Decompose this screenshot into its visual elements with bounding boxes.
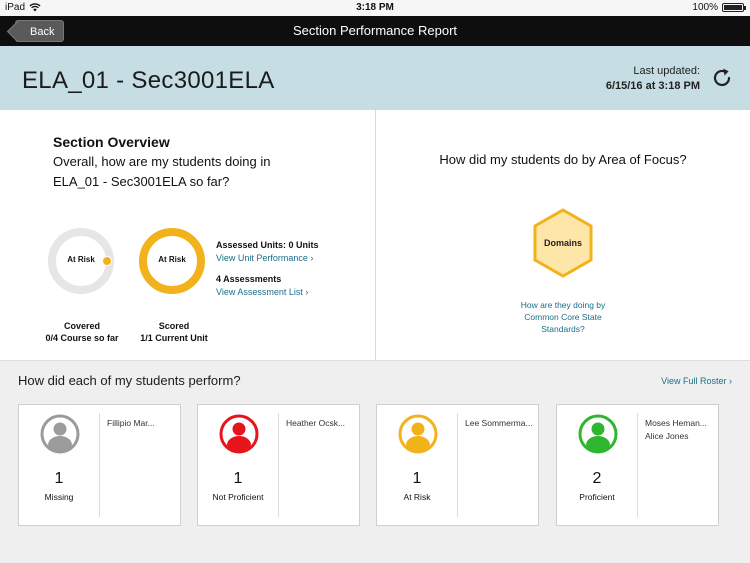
student-names: Lee Sommerma... (465, 417, 537, 430)
domains-hexagon[interactable]: Domains (532, 208, 594, 278)
battery-icon (722, 3, 746, 12)
last-updated-label: Last updated: (633, 65, 700, 77)
standards-link-line-3: Standards? (541, 324, 585, 334)
page-title: Section Performance Report (292, 23, 458, 38)
student-avatar-icon (40, 414, 80, 454)
covered-progress-dot (102, 256, 112, 266)
battery-percent: 100% (692, 2, 718, 13)
view-full-roster-link[interactable]: View Full Roster › (661, 376, 732, 386)
student-name[interactable]: Lee Sommerma... (465, 417, 537, 430)
scored-caption-value: 1/1 Current Unit (140, 333, 208, 343)
student-name[interactable]: Moses Heman... (645, 417, 717, 430)
performance-status: Not Proficient (212, 492, 264, 502)
student-count: 1 (233, 470, 243, 487)
view-assessment-list-link[interactable]: View Assessment List › (216, 287, 308, 297)
student-count: 1 (54, 470, 64, 487)
domains-label: Domains (544, 238, 582, 248)
covered-caption-title: Covered (63, 321, 100, 331)
common-core-standards-link[interactable]: How are they doing by Common Core State … (510, 299, 616, 335)
student-name[interactable]: Fillipio Mar... (107, 417, 179, 430)
view-unit-performance-link[interactable]: View Unit Performance › (216, 253, 313, 263)
section-overview-heading: Section Overview (53, 134, 170, 150)
panel-divider (375, 110, 376, 360)
section-overview-question: Overall, how are my students doing in EL… (53, 152, 313, 192)
student-names: Fillipio Mar... (107, 417, 179, 430)
student-card-at-risk[interactable]: 1 At Risk Lee Sommerma... (376, 404, 539, 526)
students-heading: How did each of my students perform? (18, 373, 241, 388)
assessments-count-text: 4 Assessments (216, 274, 282, 284)
covered-caption: Covered 0/4 Course so far (30, 320, 134, 344)
card-divider (637, 413, 638, 517)
question-line-2: ELA_01 - Sec3001ELA so far? (53, 174, 230, 189)
scored-ring-label: At Risk (158, 255, 186, 264)
status-bar: iPad 3:18 PM 100% (0, 0, 750, 16)
back-button-label: Back (30, 26, 55, 38)
clock: 3:18 PM (356, 2, 394, 13)
student-card-missing[interactable]: 1 Missing Fillipio Mar... (18, 404, 181, 526)
scored-donut[interactable]: At Risk (139, 228, 205, 294)
nav-bar: Back Section Performance Report (0, 16, 750, 46)
standards-link-line-1: How are they doing by (520, 300, 606, 310)
student-avatar-icon (219, 414, 259, 454)
student-count: 1 (412, 470, 422, 487)
section-header: ELA_01 - Sec3001ELA Last updated: 6/15/1… (0, 46, 750, 110)
student-names: Heather Ocsk... (286, 417, 358, 430)
scored-caption-title: Scored (158, 321, 190, 331)
student-avatar-icon (578, 414, 618, 454)
card-divider (457, 413, 458, 517)
back-button[interactable]: Back (15, 20, 65, 42)
scored-caption: Scored 1/1 Current Unit (122, 320, 226, 344)
covered-ring-label: At Risk (67, 255, 95, 264)
assessed-units-text: Assessed Units: 0 Units (216, 240, 319, 250)
last-updated: Last updated: 6/15/16 at 3:18 PM (606, 64, 700, 94)
student-name[interactable]: Alice Jones (645, 430, 717, 443)
student-avatar-icon (398, 414, 438, 454)
performance-status: Proficient (579, 492, 615, 502)
covered-caption-value: 0/4 Course so far (45, 333, 119, 343)
student-names: Moses Heman... Alice Jones (645, 417, 717, 443)
performance-status: Missing (44, 492, 74, 502)
student-name[interactable]: Heather Ocsk... (286, 417, 358, 430)
standards-link-line-2: Common Core State (524, 312, 602, 322)
student-card-proficient[interactable]: 2 Proficient Moses Heman... Alice Jones (556, 404, 719, 526)
student-count: 2 (592, 470, 602, 487)
section-title: ELA_01 - Sec3001ELA (22, 67, 275, 94)
card-divider (278, 413, 279, 517)
card-divider (99, 413, 100, 517)
refresh-icon[interactable] (710, 66, 734, 90)
performance-status: At Risk (403, 492, 431, 502)
area-of-focus-question: How did my students do by Area of Focus? (439, 152, 687, 167)
question-line-1: Overall, how are my students doing in (53, 154, 271, 169)
student-card-not-proficient[interactable]: 1 Not Proficient Heather Ocsk... (197, 404, 360, 526)
last-updated-value: 6/15/16 at 3:18 PM (605, 80, 700, 92)
